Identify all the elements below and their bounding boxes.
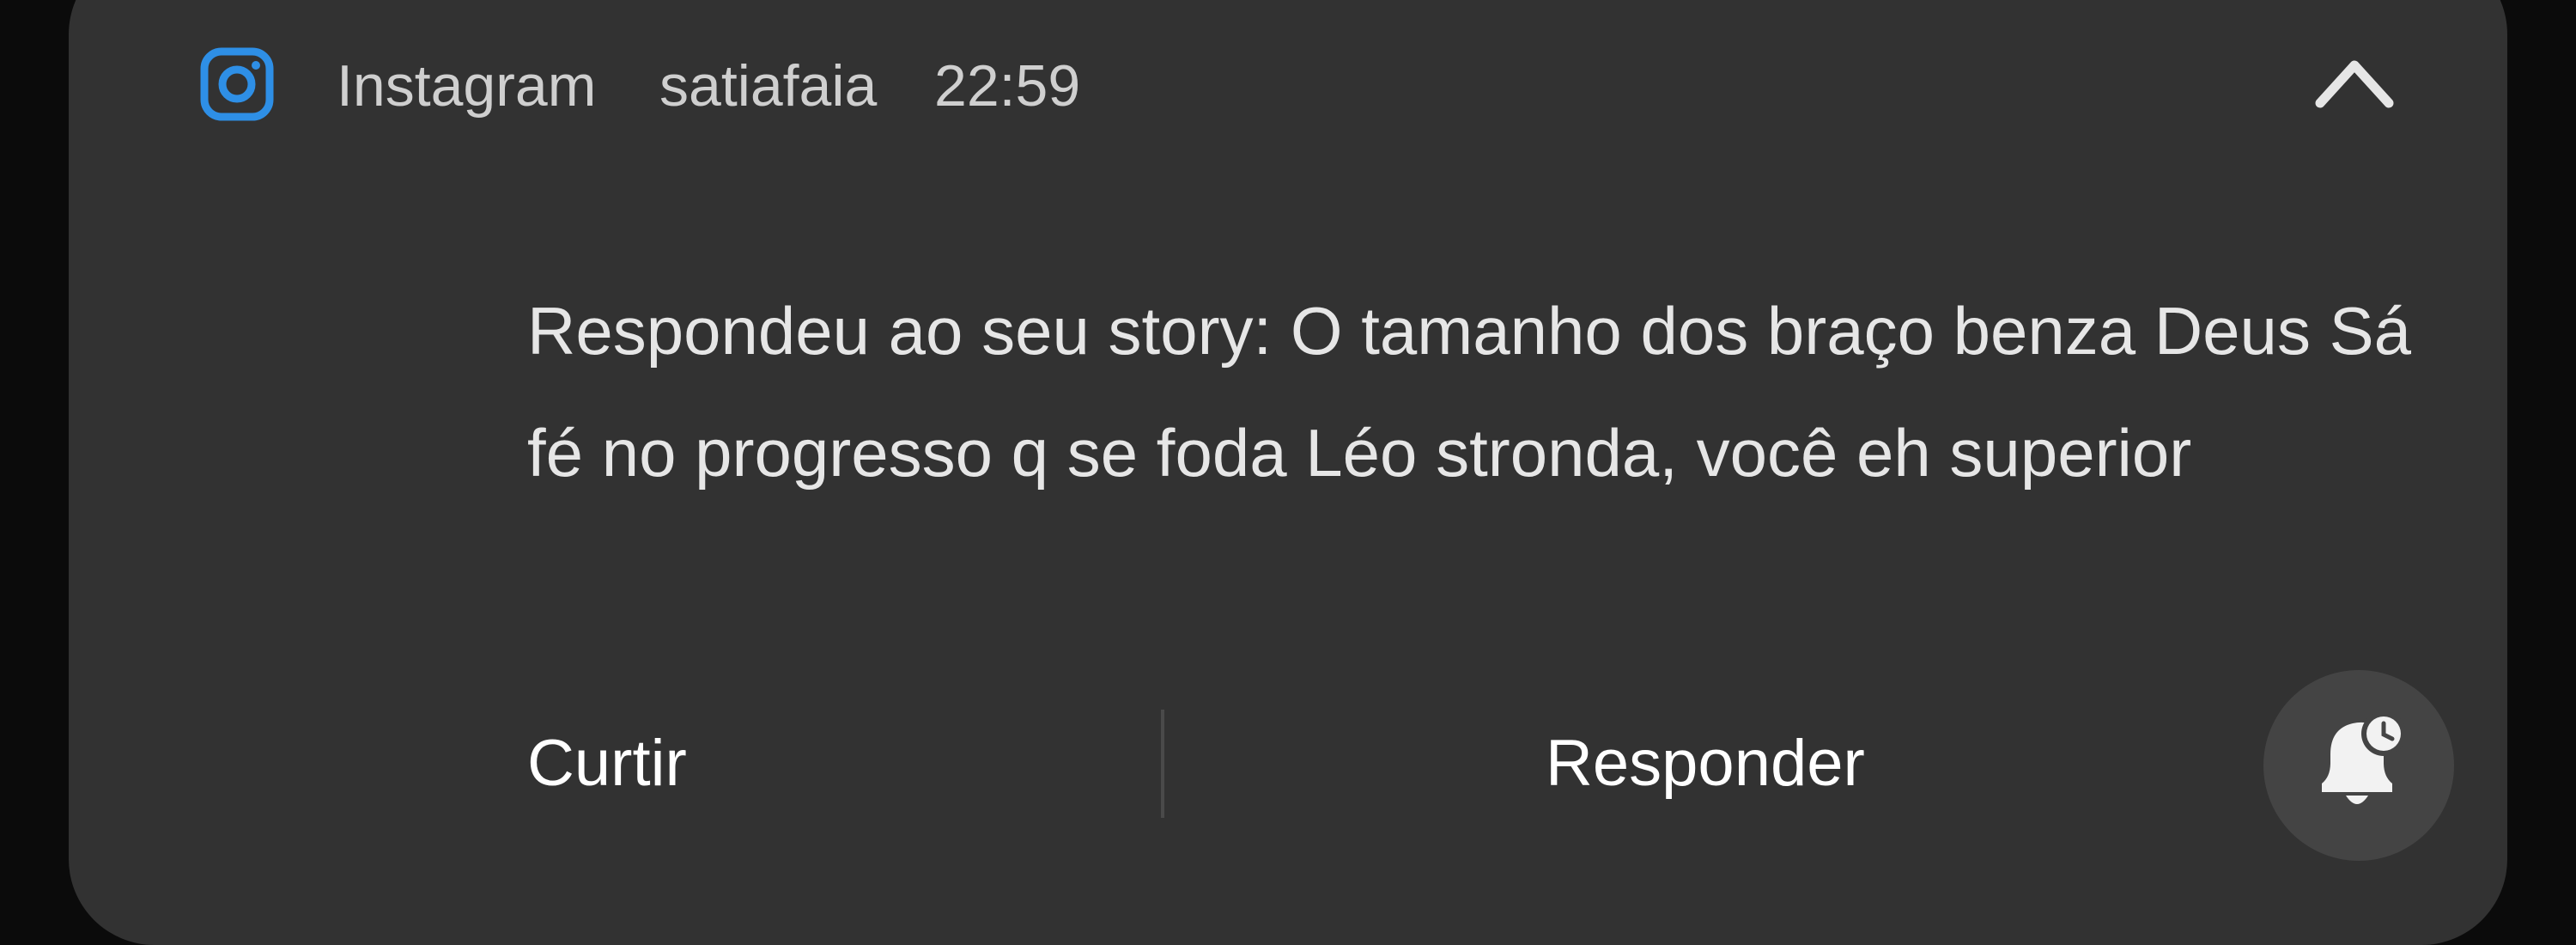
- bell-snooze-icon: [2322, 711, 2406, 804]
- chevron-up-icon[interactable]: [2310, 48, 2399, 117]
- action-divider: [1161, 710, 1164, 818]
- app-name: Instagram: [337, 53, 597, 119]
- notification-time: 22:59: [934, 53, 1081, 119]
- like-button[interactable]: Curtir: [527, 718, 687, 809]
- snooze-button[interactable]: [2263, 670, 2454, 861]
- sender-name: satiafaia: [659, 53, 878, 119]
- notification-message: Respondeu ao seu story: O tamanho dos br…: [527, 293, 2412, 491]
- reply-button[interactable]: Responder: [1546, 718, 1865, 809]
- instagram-icon: [200, 47, 274, 121]
